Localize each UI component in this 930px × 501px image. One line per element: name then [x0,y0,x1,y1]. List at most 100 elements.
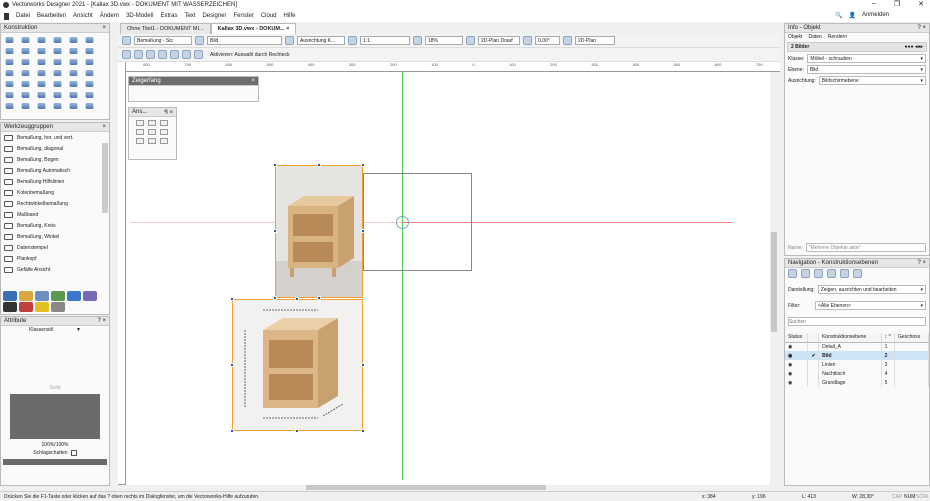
scrollbar[interactable] [102,143,108,213]
tool-button[interactable] [3,68,18,78]
tool-list-item[interactable]: Rechtwinkelbemaßung [1,198,109,209]
zoom-icon[interactable] [413,36,422,45]
menu-item[interactable]: Bearbeiten [37,13,66,19]
selection-handle[interactable] [317,163,321,167]
polygon-select-icon[interactable] [182,50,191,59]
tool-list-item[interactable]: Bemaßung, hor. und vert. [1,132,109,143]
lasso-icon[interactable] [170,50,179,59]
menu-item[interactable]: Ansicht [73,13,93,19]
color-preview[interactable] [10,394,100,439]
close-icon[interactable]: × [251,78,255,84]
tool-button[interactable] [51,68,66,78]
tool-button[interactable] [35,57,50,67]
tool-button[interactable] [51,46,66,56]
view-direction-button[interactable] [160,129,168,135]
toolset-icon[interactable] [3,291,17,301]
rotate-icon[interactable] [523,36,532,45]
tool-button[interactable] [51,101,66,111]
tool-list-item[interactable]: Gefälle Ansicht [1,264,109,275]
selection-handle[interactable] [361,163,365,167]
drawing-canvas[interactable]: Zeigerfang × Ans... ꟼ × [126,72,770,485]
toolset-icon[interactable] [83,291,97,301]
menu-item[interactable]: Datei [16,13,30,19]
classes-icon[interactable] [801,269,810,278]
tool-button[interactable] [35,35,50,45]
layers-icon[interactable] [788,269,797,278]
search-icon[interactable]: 🔍 [835,12,842,19]
close-icon[interactable]: × [102,25,106,31]
view-select[interactable]: 2D-Plan Drauf [478,36,520,45]
alignment-select[interactable]: Ausrichtung K... [297,36,345,45]
tool-list-item[interactable]: Bemaßung, Winkel [1,231,109,242]
layer-row[interactable]: ◉ Linien 3 [785,360,930,369]
tool-button[interactable] [19,68,34,78]
shadow-checkbox[interactable] [70,450,77,456]
view-direction-button[interactable] [148,129,156,135]
view-direction-button[interactable] [160,138,168,144]
name-field[interactable]: "Mehrere Objekte aktiv" [805,243,926,252]
symbols-icon[interactable] [853,269,862,278]
plan-icon[interactable] [563,36,572,45]
selection-handle[interactable] [230,363,234,367]
tool-button[interactable] [83,68,98,78]
image-nightstand-dimensions[interactable] [232,299,363,431]
layer-icon[interactable] [195,36,204,45]
view-direction-button[interactable] [136,138,144,144]
visibility-icon[interactable]: ◉ [785,369,809,378]
rect-select-icon[interactable] [158,50,167,59]
column-header[interactable]: ↕ ^ [881,333,895,343]
menu-item[interactable]: Text [184,13,195,19]
selection-handle[interactable] [295,429,299,433]
selection-handle[interactable] [273,229,277,233]
tool-list-item[interactable]: Datenstempel [1,242,109,253]
toolset-icon[interactable] [67,291,81,301]
tab-objekt[interactable]: Objekt [788,34,802,40]
tool-button[interactable] [51,90,66,100]
tool-button[interactable] [67,101,82,111]
tool-button[interactable] [51,79,66,89]
tool-button[interactable] [19,79,34,89]
close-icon[interactable]: ? × [917,260,926,266]
menu-item[interactable]: Fenster [233,13,253,19]
tool-list-item[interactable]: Bemaßung, Kreis [1,220,109,231]
tool-button[interactable] [3,90,18,100]
tool-button[interactable] [67,79,82,89]
toolset-icon[interactable] [19,302,33,312]
visibility-icon[interactable]: ◉ [785,351,809,360]
user-icon[interactable]: 👤 [848,12,855,19]
menu-item[interactable]: Ändern [100,13,119,19]
tool-button[interactable] [67,68,82,78]
column-header[interactable]: Konstruktionsebene [818,333,882,343]
selection-handle[interactable] [273,163,277,167]
tool-button[interactable] [67,46,82,56]
close-icon[interactable]: ꟼ × [164,109,173,116]
tool-list-item[interactable]: Kotenbemaßung [1,187,109,198]
back-icon[interactable] [122,36,131,45]
selection-handle[interactable] [230,429,234,433]
column-header[interactable] [807,333,820,343]
snap-icon[interactable] [134,50,143,59]
tool-button[interactable] [83,46,98,56]
view-direction-button[interactable] [148,138,156,144]
tool-button[interactable] [67,57,82,67]
tab-kallax[interactable]: Kallax 3D.vwx - DOKUM... × [210,23,297,34]
tool-button[interactable] [19,35,34,45]
tool-list-item[interactable]: Plankopf [1,253,109,264]
field-select[interactable]: Möbel - schrauben ▾ [807,54,926,63]
tool-button[interactable] [51,57,66,67]
menu-item[interactable]: Extras [160,13,177,19]
visibility-icon[interactable]: ◉ [785,342,809,351]
menu-item[interactable]: 3D-Modell [126,13,153,19]
selection-handle[interactable] [361,429,365,433]
toolset-icon[interactable] [35,302,49,312]
close-icon[interactable]: ? × [97,318,106,324]
gray-rectangle[interactable] [363,173,472,271]
visibility-icon[interactable]: ◉ [785,378,809,387]
image-nightstand-front[interactable] [275,165,363,298]
selection-handle[interactable] [317,296,321,300]
tool-button[interactable] [35,46,50,56]
tool-button[interactable] [19,57,34,67]
selection-handle[interactable] [230,297,234,301]
tool-button[interactable] [35,90,50,100]
tool-button[interactable] [19,101,34,111]
